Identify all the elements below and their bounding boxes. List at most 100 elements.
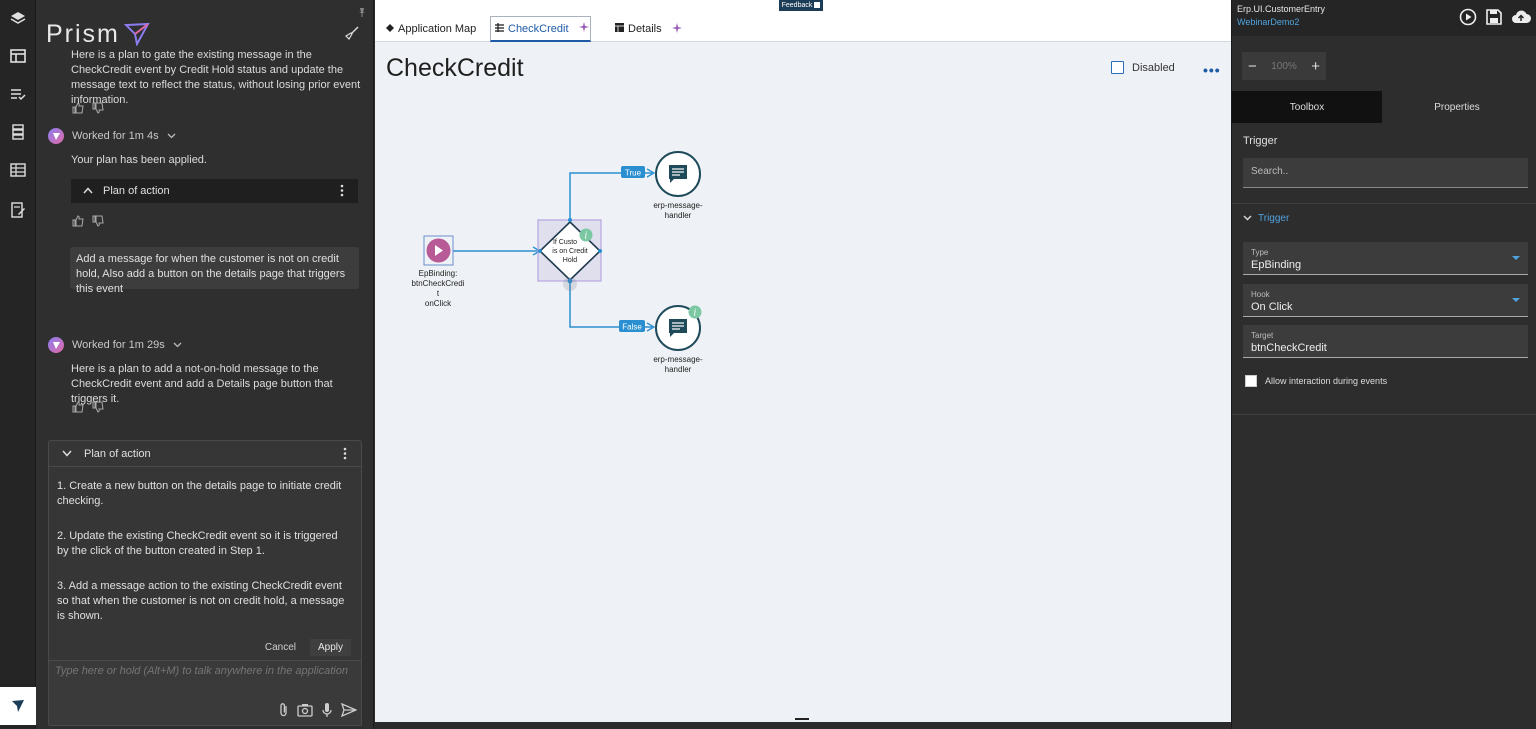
plan-header[interactable]: Plan of action xyxy=(49,441,361,467)
prism-avatar xyxy=(48,128,64,144)
app-subtitle[interactable]: WebinarDemo2 xyxy=(1237,17,1299,27)
apply-button[interactable]: Apply xyxy=(309,639,351,656)
hook-select[interactable]: Hook On Click xyxy=(1243,284,1528,317)
trigger-node[interactable]: EpBinding: btnCheckCredi t onClick xyxy=(412,235,465,308)
play-preview-icon[interactable] xyxy=(1459,8,1477,31)
dropdown-arrow-icon xyxy=(1512,256,1520,260)
attach-icon[interactable] xyxy=(279,702,289,723)
layout-icon[interactable] xyxy=(6,44,30,68)
hook-value: On Click xyxy=(1251,301,1293,313)
zoom-out-button[interactable]: − xyxy=(1248,58,1257,75)
resize-handle[interactable] xyxy=(795,718,809,720)
trigger-section-header[interactable]: Trigger xyxy=(1243,213,1289,224)
input-actions xyxy=(279,702,358,723)
chevron-down-icon[interactable] xyxy=(1243,213,1252,224)
pin-icon[interactable] xyxy=(357,4,367,22)
type-select[interactable]: Type EpBinding xyxy=(1243,242,1528,275)
type-value: EpBinding xyxy=(1251,259,1302,271)
message-handler-node-false[interactable]: i erp-message- handler xyxy=(653,305,703,375)
prism-avatar xyxy=(48,337,64,353)
worked-status[interactable]: Worked for 1m 29s xyxy=(48,337,182,353)
checklist-icon[interactable] xyxy=(6,82,30,106)
tab-toolbox[interactable]: Toolbox xyxy=(1232,91,1382,123)
feedback-thumbs xyxy=(72,214,104,232)
type-label: Type xyxy=(1251,248,1269,257)
trigger-label-line: btnCheckCredi xyxy=(412,279,465,288)
thumbs-up-icon[interactable] xyxy=(72,214,84,232)
worked-label: Worked for 1m 29s xyxy=(72,339,165,351)
thumbs-down-icon[interactable] xyxy=(92,400,104,418)
true-branch-label: True xyxy=(621,166,645,178)
allow-interaction-label: Allow interaction during events xyxy=(1265,376,1388,386)
thumbs-down-icon[interactable] xyxy=(92,101,104,119)
microphone-icon[interactable] xyxy=(321,702,333,723)
tab-properties[interactable]: Properties xyxy=(1382,91,1532,123)
app-header: Erp.UI.CustomerEntry WebinarDemo2 xyxy=(1232,0,1536,36)
condition-node[interactable]: If Custo is on Credit Hold i xyxy=(537,218,602,291)
prism-logo-icon xyxy=(123,22,150,46)
camera-icon[interactable] xyxy=(297,703,313,722)
kebab-menu-icon[interactable] xyxy=(343,447,347,463)
worked-label: Worked for 1m 4s xyxy=(72,130,159,142)
chevron-down-icon[interactable] xyxy=(167,130,176,142)
flow-canvas: True False EpBinding: btnCheckCredi t on… xyxy=(412,151,703,375)
app-root: Prism Here is a plan to gate the existin… xyxy=(0,0,1536,729)
data-views-icon[interactable] xyxy=(6,120,30,144)
divider xyxy=(1232,414,1536,415)
edit-document-icon[interactable] xyxy=(6,198,30,222)
condition-label-line: If Custo xyxy=(553,239,577,246)
handler-label-line: erp-message- xyxy=(653,201,703,210)
condition-label-line: Hold xyxy=(563,257,578,264)
save-icon[interactable] xyxy=(1485,8,1503,31)
app-title: Erp.UI.CustomerEntry xyxy=(1237,4,1326,14)
prism-chat-panel: Prism Here is a plan to gate the existin… xyxy=(36,0,374,729)
true-label: True xyxy=(625,169,642,178)
allow-interaction-checkbox[interactable] xyxy=(1245,375,1257,387)
brand-title: Prism xyxy=(46,19,120,48)
chevron-up-icon[interactable] xyxy=(83,185,93,197)
chat-message: Your plan has been applied. xyxy=(71,154,207,166)
publish-cloud-icon[interactable] xyxy=(1511,8,1531,31)
left-rail xyxy=(0,0,36,729)
plan-of-action-panel: Plan of action 1. Create a new button on… xyxy=(48,440,362,665)
layers-icon[interactable] xyxy=(6,6,30,30)
section-title: Trigger xyxy=(1243,135,1278,147)
send-icon[interactable] xyxy=(340,702,358,722)
user-message: Add a message for when the customer is n… xyxy=(70,247,359,295)
kebab-menu-icon[interactable] xyxy=(340,184,344,200)
cancel-button[interactable]: Cancel xyxy=(257,639,304,656)
zoom-in-button[interactable]: + xyxy=(1311,58,1320,75)
chat-input[interactable] xyxy=(49,661,361,701)
thumbs-down-icon[interactable] xyxy=(92,214,104,232)
feedback-thumbs xyxy=(72,400,104,418)
connector-line xyxy=(569,172,652,220)
chat-message: Here is a plan to add a not-on-hold mess… xyxy=(71,363,333,405)
allow-interaction-option[interactable]: Allow interaction during events xyxy=(1245,375,1387,387)
target-value: btnCheckCredit xyxy=(1251,342,1327,354)
plan-step: 3. Add a message action to the existing … xyxy=(57,580,345,622)
info-badge-icon[interactable]: i xyxy=(579,228,593,242)
thumbs-up-icon[interactable] xyxy=(72,101,84,119)
toolbox-search-input[interactable]: Search.. xyxy=(1243,158,1528,188)
clear-chat-icon[interactable] xyxy=(345,26,359,45)
trigger-label-line: t xyxy=(437,289,440,298)
dropdown-arrow-icon xyxy=(1512,298,1520,302)
thumbs-up-icon[interactable] xyxy=(72,400,84,418)
chevron-down-icon[interactable] xyxy=(173,339,182,351)
panel-tabs: Toolbox Properties xyxy=(1232,91,1536,123)
plan-of-action-collapsed[interactable]: Plan of action xyxy=(71,179,358,203)
plan-title: Plan of action xyxy=(103,185,170,197)
table-icon[interactable] xyxy=(6,158,30,182)
chevron-down-icon[interactable] xyxy=(62,448,72,460)
info-badge-icon[interactable]: i xyxy=(688,305,702,319)
worked-status[interactable]: Worked for 1m 4s xyxy=(48,128,176,144)
target-field[interactable]: Target btnCheckCredit xyxy=(1243,325,1528,358)
target-label: Target xyxy=(1251,331,1274,340)
false-label: False xyxy=(622,323,642,332)
prism-toggle-button[interactable] xyxy=(0,687,36,725)
plan-step: 1. Create a new button on the details pa… xyxy=(57,480,342,507)
message-handler-node-true[interactable]: erp-message- handler xyxy=(653,151,703,220)
handler-label-line: handler xyxy=(665,365,692,374)
prism-logo-icon xyxy=(12,700,24,712)
properties-panel: Erp.UI.CustomerEntry WebinarDemo2 − 100%… xyxy=(1231,0,1536,729)
